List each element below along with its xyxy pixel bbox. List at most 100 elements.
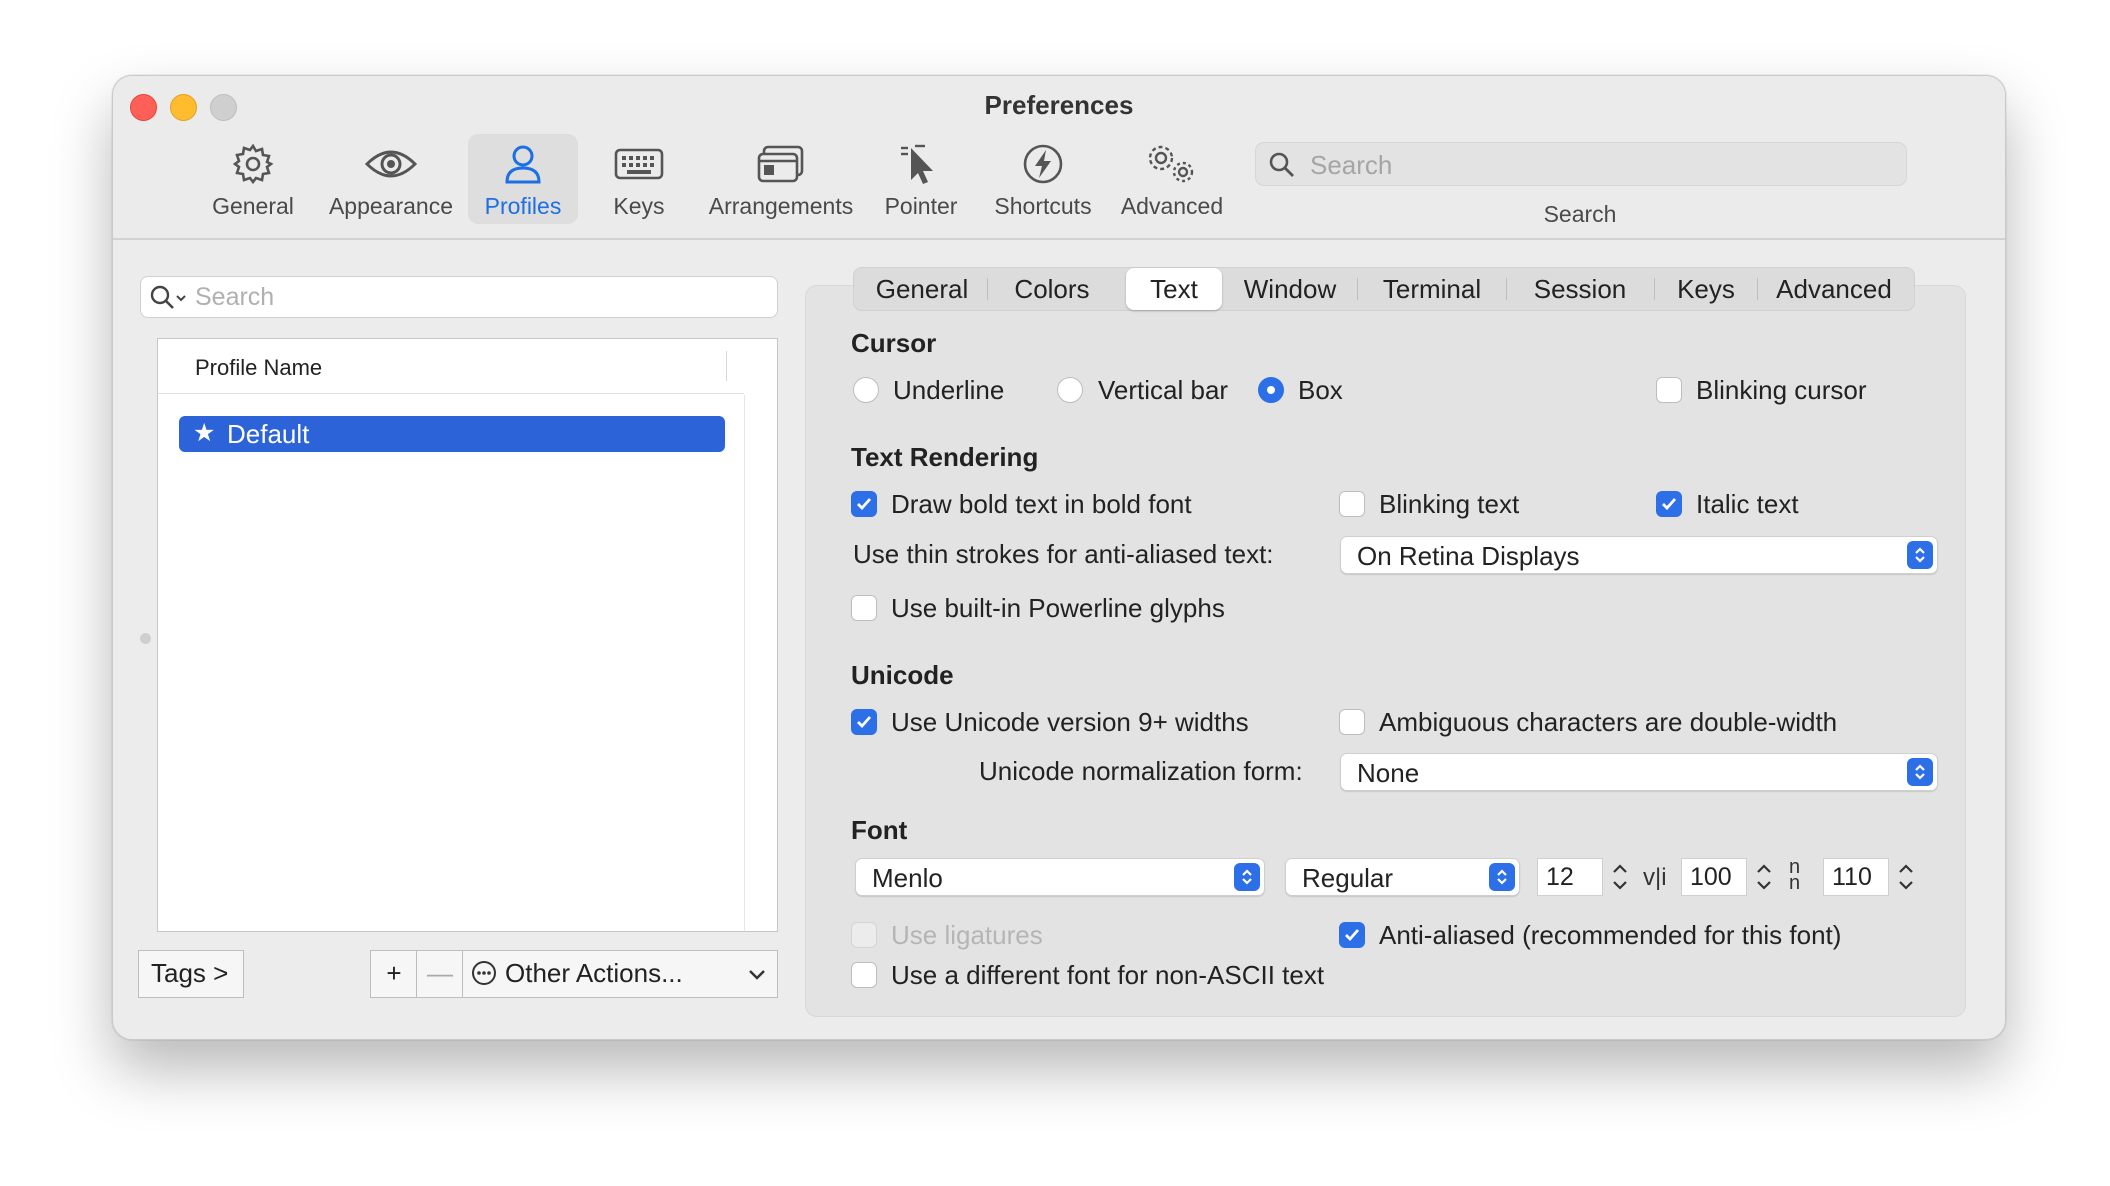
toolbar-general[interactable]: General [211, 134, 295, 224]
tab-session[interactable]: Session [1511, 268, 1649, 310]
thin-strokes-value: On Retina Displays [1357, 541, 1580, 571]
toolbar-profiles[interactable]: Profiles [468, 134, 578, 224]
checkmark-icon [857, 716, 872, 729]
non-ascii-font-checkbox[interactable] [851, 962, 877, 988]
tab-separator [987, 278, 988, 300]
vertical-spacing-stepper[interactable] [1895, 858, 1917, 896]
italic-text-label: Italic text [1696, 489, 1799, 519]
tab-text[interactable]: Text [1126, 268, 1222, 310]
normalization-value: None [1357, 758, 1420, 788]
normalization-label: Unicode normalization form: [979, 756, 1303, 786]
profile-name: Default [227, 419, 310, 449]
font-size-field[interactable]: 12 [1537, 858, 1603, 896]
unicode-section-title: Unicode [851, 660, 954, 690]
preferences-search-input[interactable]: Search [1255, 142, 1907, 186]
toolbar-pointer[interactable]: Pointer [876, 134, 966, 224]
person-icon [468, 140, 578, 188]
normalization-popup[interactable]: None [1340, 753, 1938, 791]
updown-chevron-icon [1234, 863, 1260, 891]
font-weight-value: Regular [1302, 863, 1394, 893]
tab-terminal[interactable]: Terminal [1364, 268, 1500, 310]
split-view-handle[interactable] [140, 633, 151, 644]
bold-font-checkbox[interactable] [851, 491, 877, 517]
ligatures-checkbox[interactable] [851, 922, 877, 948]
titlebar: Preferences General Appearance Profiles … [113, 76, 2005, 240]
anti-aliased-label: Anti-aliased (recommended for this font) [1379, 920, 1842, 950]
toolbar-shortcuts[interactable]: Shortcuts [985, 134, 1101, 224]
profile-search-input[interactable]: Search [140, 276, 778, 318]
tab-keys[interactable]: Keys [1660, 268, 1752, 310]
blinking-cursor-checkbox[interactable] [1656, 377, 1682, 403]
checkmark-icon [857, 498, 872, 511]
remove-label: — [427, 958, 453, 988]
font-section-title: Font [851, 815, 908, 845]
tab-separator [1654, 278, 1655, 300]
cursor-box-label: Box [1298, 375, 1343, 405]
horizontal-spacing-field[interactable]: 100 [1681, 858, 1747, 896]
cursor-underline-radio[interactable] [853, 377, 879, 403]
toolbar-appearance[interactable]: Appearance [325, 134, 457, 224]
cursor-section-title: Cursor [851, 328, 937, 358]
font-weight-popup[interactable]: Regular [1285, 858, 1520, 896]
preferences-window: Preferences General Appearance Profiles … [112, 75, 2006, 1040]
profile-row-default[interactable]: ★ Default [179, 416, 725, 452]
blinking-text-label: Blinking text [1379, 489, 1520, 519]
font-size-stepper[interactable] [1609, 858, 1631, 896]
profile-list-header[interactable]: Profile Name [158, 339, 744, 394]
search-icon [1269, 152, 1294, 177]
font-family-popup[interactable]: Menlo [855, 858, 1265, 896]
search-label: Search [1543, 201, 1617, 227]
toolbar-keys[interactable]: Keys [599, 134, 679, 224]
toolbar-general-label: General [212, 193, 294, 219]
chevron-down-icon [749, 970, 765, 980]
cursor-vertical-bar-radio[interactable] [1057, 377, 1083, 403]
blinking-text-checkbox[interactable] [1339, 491, 1365, 517]
font-size-value: 12 [1546, 863, 1574, 891]
ambiguous-width-label: Ambiguous characters are double-width [1379, 707, 1838, 737]
horizontal-spacing-stepper[interactable] [1753, 858, 1775, 896]
updown-chevron-icon [1907, 541, 1933, 569]
search-placeholder: Search [1310, 150, 1393, 180]
vertical-spacing-field[interactable]: 110 [1823, 858, 1889, 896]
horizontal-spacing-icon: v|i [1643, 864, 1667, 891]
profile-search-placeholder: Search [195, 283, 275, 311]
tags-button[interactable]: Tags > [138, 950, 244, 998]
toolbar-pointer-label: Pointer [884, 193, 958, 219]
other-actions-menu[interactable]: Other Actions... [462, 950, 778, 998]
add-profile-button[interactable]: + [370, 950, 418, 998]
anti-aliased-checkbox[interactable] [1339, 922, 1365, 948]
tab-general[interactable]: General [862, 268, 982, 310]
italic-text-checkbox[interactable] [1656, 491, 1682, 517]
thin-strokes-label: Use thin strokes for anti-aliased text: [853, 539, 1274, 569]
toolbar-profiles-label: Profiles [484, 193, 562, 219]
powerline-checkbox[interactable] [851, 595, 877, 621]
toolbar-advanced[interactable]: Advanced [1113, 134, 1231, 224]
cursor-box-radio[interactable] [1258, 377, 1284, 403]
ellipsis-circle-icon [472, 961, 496, 985]
vertical-spacing-value: 110 [1832, 863, 1872, 891]
toolbar-arrangements-label: Arrangements [708, 193, 854, 219]
tab-window[interactable]: Window [1230, 268, 1350, 310]
profile-tabs: General Colors Text Window Terminal Sess… [853, 267, 1915, 311]
bolt-icon [985, 140, 1101, 188]
toolbar-keys-label: Keys [613, 193, 665, 219]
tab-separator [1357, 278, 1358, 300]
gear-icon [211, 140, 295, 188]
tab-colors[interactable]: Colors [992, 268, 1112, 310]
toolbar-arrangements[interactable]: Arrangements [701, 134, 861, 224]
remove-profile-button[interactable]: — [416, 950, 464, 998]
window-title: Preferences [984, 90, 1134, 120]
toolbar-appearance-label: Appearance [328, 193, 454, 219]
unicode-widths-checkbox[interactable] [851, 709, 877, 735]
updown-chevron-icon [1489, 863, 1515, 891]
ligatures-label: Use ligatures [891, 920, 1043, 950]
tab-advanced[interactable]: Advanced [1764, 268, 1904, 310]
powerline-label: Use built-in Powerline glyphs [891, 593, 1225, 623]
toolbar-shortcuts-label: Shortcuts [994, 193, 1092, 219]
vertical-spacing-icon: nn [1789, 856, 1801, 894]
keyboard-icon [599, 140, 679, 188]
thin-strokes-popup[interactable]: On Retina Displays [1340, 536, 1938, 574]
gears-icon [1113, 140, 1231, 188]
font-family-value: Menlo [872, 863, 943, 893]
ambiguous-width-checkbox[interactable] [1339, 709, 1365, 735]
